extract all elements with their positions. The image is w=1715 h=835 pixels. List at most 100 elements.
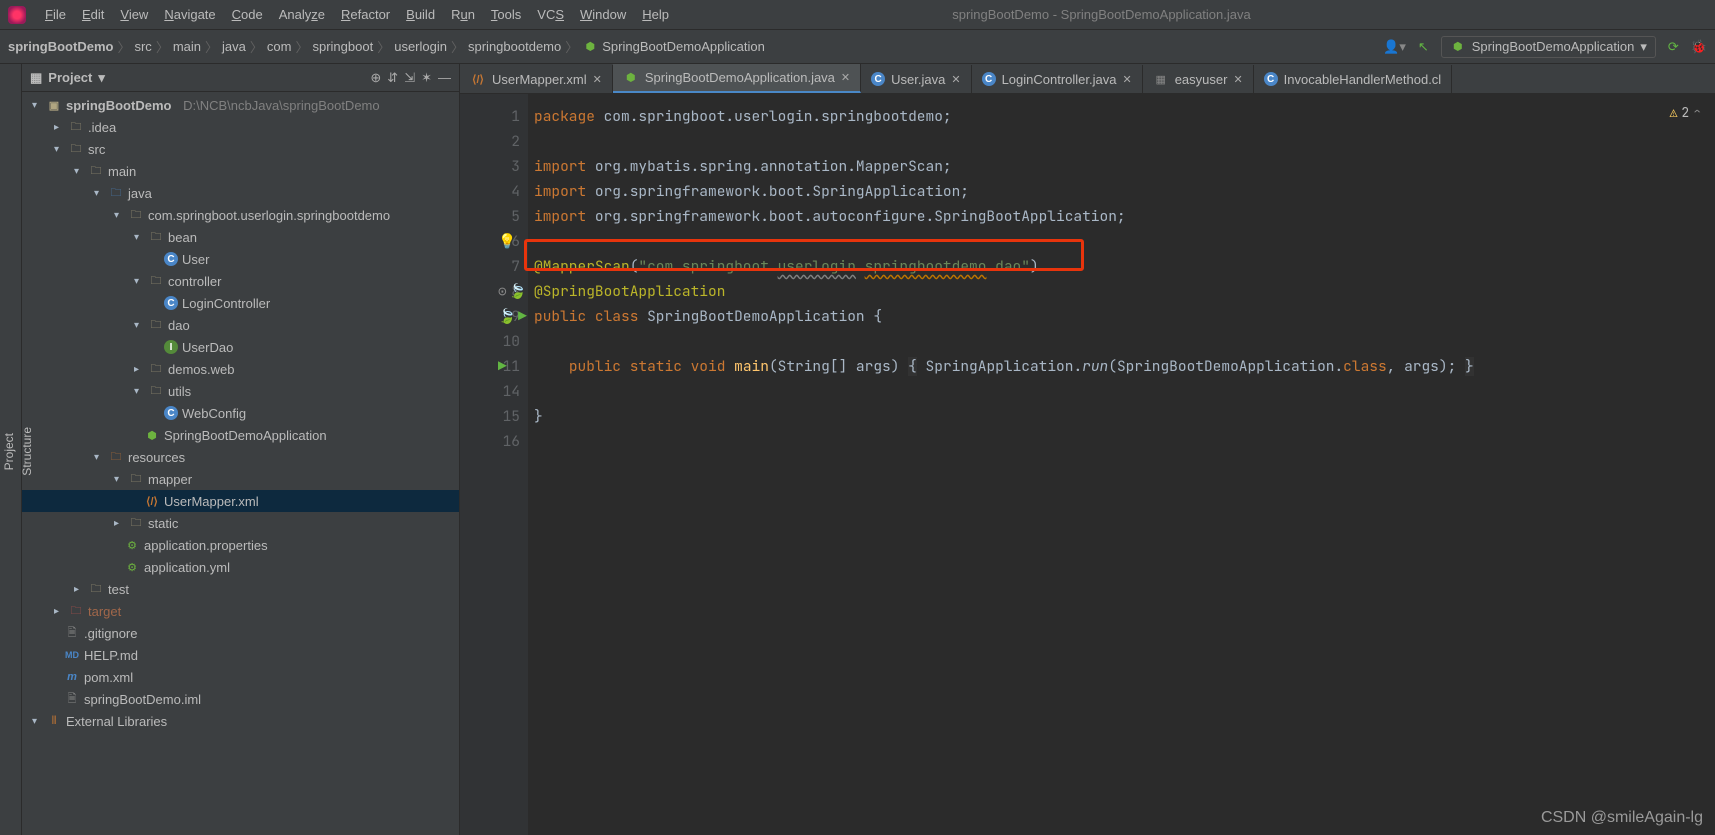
folder-icon: 🗀 bbox=[128, 515, 144, 531]
add-config-icon[interactable]: 👤▾ bbox=[1383, 39, 1406, 55]
breadcrumb-item[interactable]: SpringBootDemoApplication bbox=[602, 39, 765, 54]
menu-view[interactable]: View bbox=[113, 5, 155, 24]
maven-file-icon: m bbox=[64, 669, 80, 685]
tree-package-utils[interactable]: ▾🗀utils bbox=[22, 380, 459, 402]
breadcrumb-item[interactable]: src bbox=[134, 39, 151, 54]
breadcrumb-item[interactable]: springBootDemo bbox=[8, 39, 113, 54]
tree-class-sbapp[interactable]: ⬢SpringBootDemoApplication bbox=[22, 424, 459, 446]
tab-usermapper[interactable]: ⟨/⟩UserMapper.xml✕ bbox=[460, 65, 613, 93]
menu-navigate[interactable]: Navigate bbox=[157, 5, 222, 24]
tree-file-gitignore[interactable]: 🗎.gitignore bbox=[22, 622, 459, 644]
tree-package-dao[interactable]: ▾🗀dao bbox=[22, 314, 459, 336]
yaml-file-icon: ⚙ bbox=[124, 559, 140, 575]
run-configuration-dropdown[interactable]: ⬢ SpringBootDemoApplication ▾ bbox=[1441, 36, 1656, 58]
run-gutter-icon[interactable]: ▶ bbox=[518, 304, 527, 329]
refresh-icon[interactable]: ⟳ bbox=[1668, 39, 1679, 55]
tree-folder-test[interactable]: ▸🗀test bbox=[22, 578, 459, 600]
settings-icon[interactable]: ✶ bbox=[421, 70, 432, 86]
spring-nav-icon[interactable]: 🍃 bbox=[498, 304, 516, 329]
tree-file-pom[interactable]: mpom.xml bbox=[22, 666, 459, 688]
tab-logincontroller[interactable]: CLoginController.java✕ bbox=[972, 65, 1143, 93]
tree-folder-src[interactable]: ▾🗀src bbox=[22, 138, 459, 160]
class-icon: C bbox=[871, 72, 885, 86]
gitignore-file-icon: 🗎 bbox=[64, 625, 80, 641]
tree-external-libraries[interactable]: ▾⫴External Libraries bbox=[22, 710, 459, 732]
tree-folder-java[interactable]: ▾🗀java bbox=[22, 182, 459, 204]
spring-icon: ⬢ bbox=[582, 39, 598, 55]
tree-package-demosweb[interactable]: ▸🗀demos.web bbox=[22, 358, 459, 380]
back-icon[interactable]: ↖ bbox=[1418, 39, 1429, 55]
tree-class-logincontroller[interactable]: CLoginController bbox=[22, 292, 459, 314]
project-tree[interactable]: ▾▣springBootDemo D:\NCB\ncbJava\springBo… bbox=[22, 92, 459, 835]
line-gutter[interactable]: 1 2 3 4 5 6 7 8 9 10 11 14 15 16 💡 ⊙🍃 bbox=[460, 94, 528, 835]
source-folder-icon: 🗀 bbox=[108, 185, 124, 201]
editor-tabs: ⟨/⟩UserMapper.xml✕ ⬢SpringBootDemoApplic… bbox=[460, 64, 1715, 94]
structure-tool-tab[interactable]: Structure bbox=[18, 419, 36, 484]
tree-file-help[interactable]: MDHELP.md bbox=[22, 644, 459, 666]
tree-folder-static[interactable]: ▸🗀static bbox=[22, 512, 459, 534]
tree-folder-target[interactable]: ▸🗀target bbox=[22, 600, 459, 622]
close-icon[interactable]: ✕ bbox=[1122, 73, 1131, 86]
folder-icon: 🗀 bbox=[88, 163, 104, 179]
tree-file-appprops[interactable]: ⚙application.properties bbox=[22, 534, 459, 556]
tree-file-appyml[interactable]: ⚙application.yml bbox=[22, 556, 459, 578]
spring-bean-icon[interactable]: ⊙ bbox=[498, 279, 507, 304]
breadcrumb-item[interactable]: com bbox=[267, 39, 292, 54]
breadcrumb-item[interactable]: springbootdemo bbox=[468, 39, 561, 54]
expand-all-icon[interactable]: ⇵ bbox=[387, 70, 398, 86]
tree-package-controller[interactable]: ▾🗀controller bbox=[22, 270, 459, 292]
problems-indicator[interactable]: ⚠ 2 ⌃ bbox=[1670, 100, 1701, 125]
debug-icon[interactable]: 🐞 bbox=[1691, 39, 1707, 55]
tab-user[interactable]: CUser.java✕ bbox=[861, 65, 971, 93]
collapse-all-icon[interactable]: ⇲ bbox=[404, 70, 415, 86]
tab-invocable[interactable]: CInvocableHandlerMethod.cl bbox=[1254, 65, 1453, 93]
tree-folder-idea[interactable]: ▸🗀.idea bbox=[22, 116, 459, 138]
menu-build[interactable]: Build bbox=[399, 5, 442, 24]
close-icon[interactable]: ✕ bbox=[593, 73, 602, 86]
code-editor[interactable]: 1 2 3 4 5 6 7 8 9 10 11 14 15 16 💡 ⊙🍃 bbox=[460, 94, 1715, 835]
menu-analyze[interactable]: Analyze bbox=[272, 5, 332, 24]
tree-folder-main[interactable]: ▾🗀main bbox=[22, 160, 459, 182]
menu-edit[interactable]: Edit bbox=[75, 5, 111, 24]
menu-refactor[interactable]: Refactor bbox=[334, 5, 397, 24]
breadcrumb-item[interactable]: main bbox=[173, 39, 201, 54]
tree-file-iml[interactable]: 🗎springBootDemo.iml bbox=[22, 688, 459, 710]
select-opened-file-icon[interactable]: ⊕ bbox=[370, 70, 381, 86]
iml-file-icon: 🗎 bbox=[64, 691, 80, 707]
class-icon: C bbox=[982, 72, 996, 86]
tree-class-webconfig[interactable]: CWebConfig bbox=[22, 402, 459, 424]
tab-easyuser[interactable]: ▦easyuser✕ bbox=[1143, 65, 1254, 93]
breadcrumb-item[interactable]: springboot bbox=[312, 39, 373, 54]
package-icon: 🗀 bbox=[148, 317, 164, 333]
tab-sbapp[interactable]: ⬢SpringBootDemoApplication.java✕ bbox=[613, 64, 861, 93]
menu-file[interactable]: File bbox=[38, 5, 73, 24]
menu-run[interactable]: Run bbox=[444, 5, 482, 24]
tree-package[interactable]: ▾🗀com.springboot.userlogin.springbootdem… bbox=[22, 204, 459, 226]
run-gutter-icon[interactable]: ▶ bbox=[498, 354, 507, 379]
close-icon[interactable]: ✕ bbox=[1233, 73, 1242, 86]
bulb-icon[interactable]: 💡 bbox=[498, 229, 516, 254]
folder-icon: 🗀 bbox=[68, 141, 84, 157]
chevron-down-icon[interactable]: ▾ bbox=[98, 70, 105, 86]
menu-code[interactable]: Code bbox=[225, 5, 270, 24]
expand-icon[interactable]: ⌃ bbox=[1693, 100, 1701, 125]
breadcrumb-item[interactable]: userlogin bbox=[394, 39, 447, 54]
close-icon[interactable]: ✕ bbox=[841, 71, 850, 84]
close-icon[interactable]: ✕ bbox=[951, 73, 960, 86]
tree-file-usermapper[interactable]: ⟨/⟩UserMapper.xml bbox=[22, 490, 459, 512]
tree-root[interactable]: ▾▣springBootDemo D:\NCB\ncbJava\springBo… bbox=[22, 94, 459, 116]
tree-folder-resources[interactable]: ▾🗀resources bbox=[22, 446, 459, 468]
code-content[interactable]: package com.springboot.userlogin.springb… bbox=[528, 94, 1715, 835]
left-tool-stripe: Project Structure bbox=[0, 64, 22, 835]
tree-class-user[interactable]: CUser bbox=[22, 248, 459, 270]
breadcrumb-item[interactable]: java bbox=[222, 39, 246, 54]
hide-icon[interactable]: — bbox=[438, 70, 451, 85]
tree-package-bean[interactable]: ▾🗀bean bbox=[22, 226, 459, 248]
project-tool-tab[interactable]: Project bbox=[0, 425, 18, 478]
spring-nav-icon[interactable]: 🍃 bbox=[509, 279, 527, 304]
annotation-highlight bbox=[524, 239, 1084, 271]
tree-folder-mapper[interactable]: ▾🗀mapper bbox=[22, 468, 459, 490]
run-config-label: SpringBootDemoApplication bbox=[1472, 39, 1635, 54]
breadcrumb[interactable]: springBootDemo〉 src〉 main〉 java〉 com〉 sp… bbox=[8, 37, 765, 56]
tree-interface-userdao[interactable]: IUserDao bbox=[22, 336, 459, 358]
